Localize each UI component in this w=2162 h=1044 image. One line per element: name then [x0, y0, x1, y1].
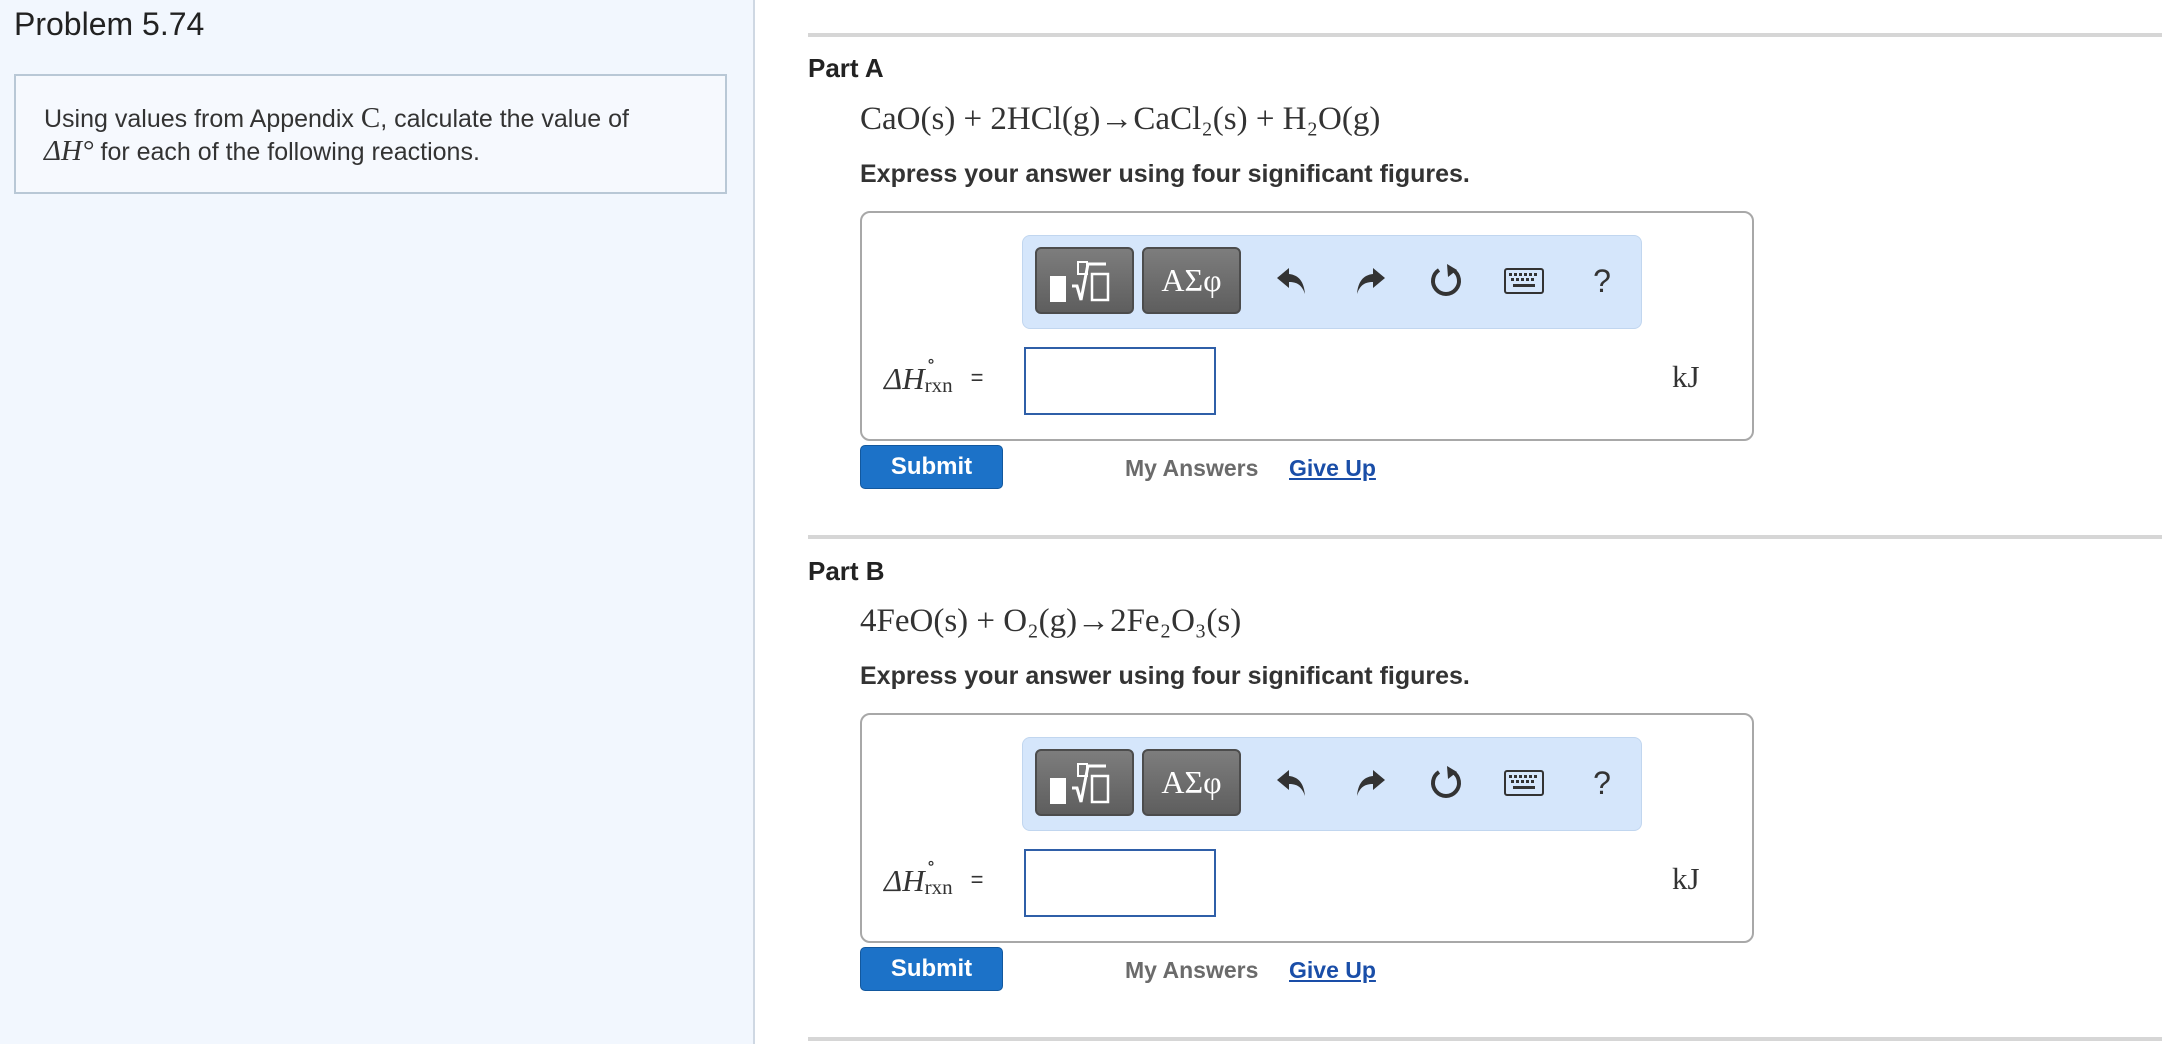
part-b-divider	[808, 535, 2162, 539]
help-button[interactable]: ?	[1579, 760, 1625, 806]
templates-icon	[1049, 260, 1109, 302]
help-button[interactable]: ?	[1579, 258, 1625, 304]
problem-panel: Problem 5.74 Using values from Appendix …	[0, 0, 755, 1044]
part-a-answer-eq: =	[970, 365, 984, 390]
problem-intro: Using values from Appendix C, calculate …	[14, 74, 727, 194]
undo-button[interactable]	[1269, 258, 1315, 304]
templates-button[interactable]	[1035, 247, 1134, 314]
part-b-instruction: Express your answer using four significa…	[860, 662, 1470, 690]
part-b-submit-button[interactable]: Submit	[860, 947, 1003, 991]
part-a-units: kJ	[1672, 359, 1700, 394]
part-b-math-toolbar: ΑΣφ ?	[1022, 737, 1642, 831]
reset-button[interactable]	[1423, 760, 1469, 806]
part-a-equation: CaO(s) + 2HCl(g)→CaCl₂(s) + H₂O(g)	[860, 101, 1381, 137]
keyboard-icon	[1504, 268, 1544, 294]
undo-icon	[1277, 770, 1305, 796]
problem-title: Problem 5.74	[14, 6, 205, 42]
part-c-divider	[808, 1037, 2162, 1041]
part-b-answer-sup: ∘	[926, 853, 936, 873]
part-b-label: Part B	[808, 556, 885, 586]
part-a-answer-sup: ∘	[926, 351, 936, 371]
part-b-answer-eq: =	[970, 867, 984, 892]
part-a-answer-sub: rxn	[924, 373, 953, 397]
reset-icon	[1431, 766, 1461, 798]
part-b-answer-sub: rxn	[924, 875, 953, 899]
undo-icon	[1277, 268, 1305, 294]
redo-button[interactable]	[1347, 258, 1393, 304]
part-a-answer-input[interactable]	[1024, 347, 1216, 415]
templates-button[interactable]	[1035, 749, 1134, 816]
part-a-give-up-link[interactable]: Give Up	[1289, 455, 1376, 482]
templates-icon	[1049, 762, 1109, 804]
redo-icon	[1357, 268, 1385, 294]
part-a-submit-button[interactable]: Submit	[860, 445, 1003, 489]
part-a-answer-box: ΑΣφ ? ΔH ∘ rxn = kJ	[860, 211, 1754, 441]
keyboard-button[interactable]	[1501, 258, 1547, 304]
keyboard-button[interactable]	[1501, 760, 1547, 806]
redo-icon	[1357, 770, 1385, 796]
redo-button[interactable]	[1347, 760, 1393, 806]
intro-text-prefix: Using values from Appendix	[44, 105, 361, 133]
part-b-give-up-link[interactable]: Give Up	[1289, 957, 1376, 984]
undo-button[interactable]	[1269, 760, 1315, 806]
part-a-answer-var: ΔH	[884, 361, 925, 396]
part-a-answer-label: ΔH ∘ rxn =	[884, 351, 984, 397]
part-a-divider	[808, 33, 2162, 37]
part-b-answer-box: ΑΣφ ? ΔH ∘ rxn = kJ	[860, 713, 1754, 943]
symbols-button[interactable]: ΑΣφ	[1142, 247, 1241, 314]
reset-button[interactable]	[1423, 258, 1469, 304]
reset-icon	[1431, 264, 1461, 296]
part-b-answer-label: ΔH ∘ rxn =	[884, 853, 984, 899]
symbols-button[interactable]: ΑΣφ	[1142, 749, 1241, 816]
intro-appendix: C	[360, 102, 381, 134]
part-b-units: kJ	[1672, 861, 1700, 896]
intro-text-middle: , calculate the value of	[380, 105, 629, 133]
part-b-my-answers: My Answers	[1125, 957, 1259, 983]
part-a-label: Part A	[808, 53, 884, 83]
part-a-instruction: Express your answer using four significa…	[860, 160, 1470, 188]
intro-text-suffix: for each of the following reactions.	[93, 138, 480, 166]
part-b-equation: 4FeO(s) + O₂(g)→2Fe₂O₃(s)	[860, 603, 1242, 639]
part-b-answer-input[interactable]	[1024, 849, 1216, 917]
part-a-my-answers: My Answers	[1125, 455, 1259, 481]
intro-quantity: ΔH°	[44, 135, 94, 167]
keyboard-icon	[1504, 770, 1544, 796]
part-a-math-toolbar: ΑΣφ ?	[1022, 235, 1642, 329]
part-b-answer-var: ΔH	[884, 863, 925, 898]
